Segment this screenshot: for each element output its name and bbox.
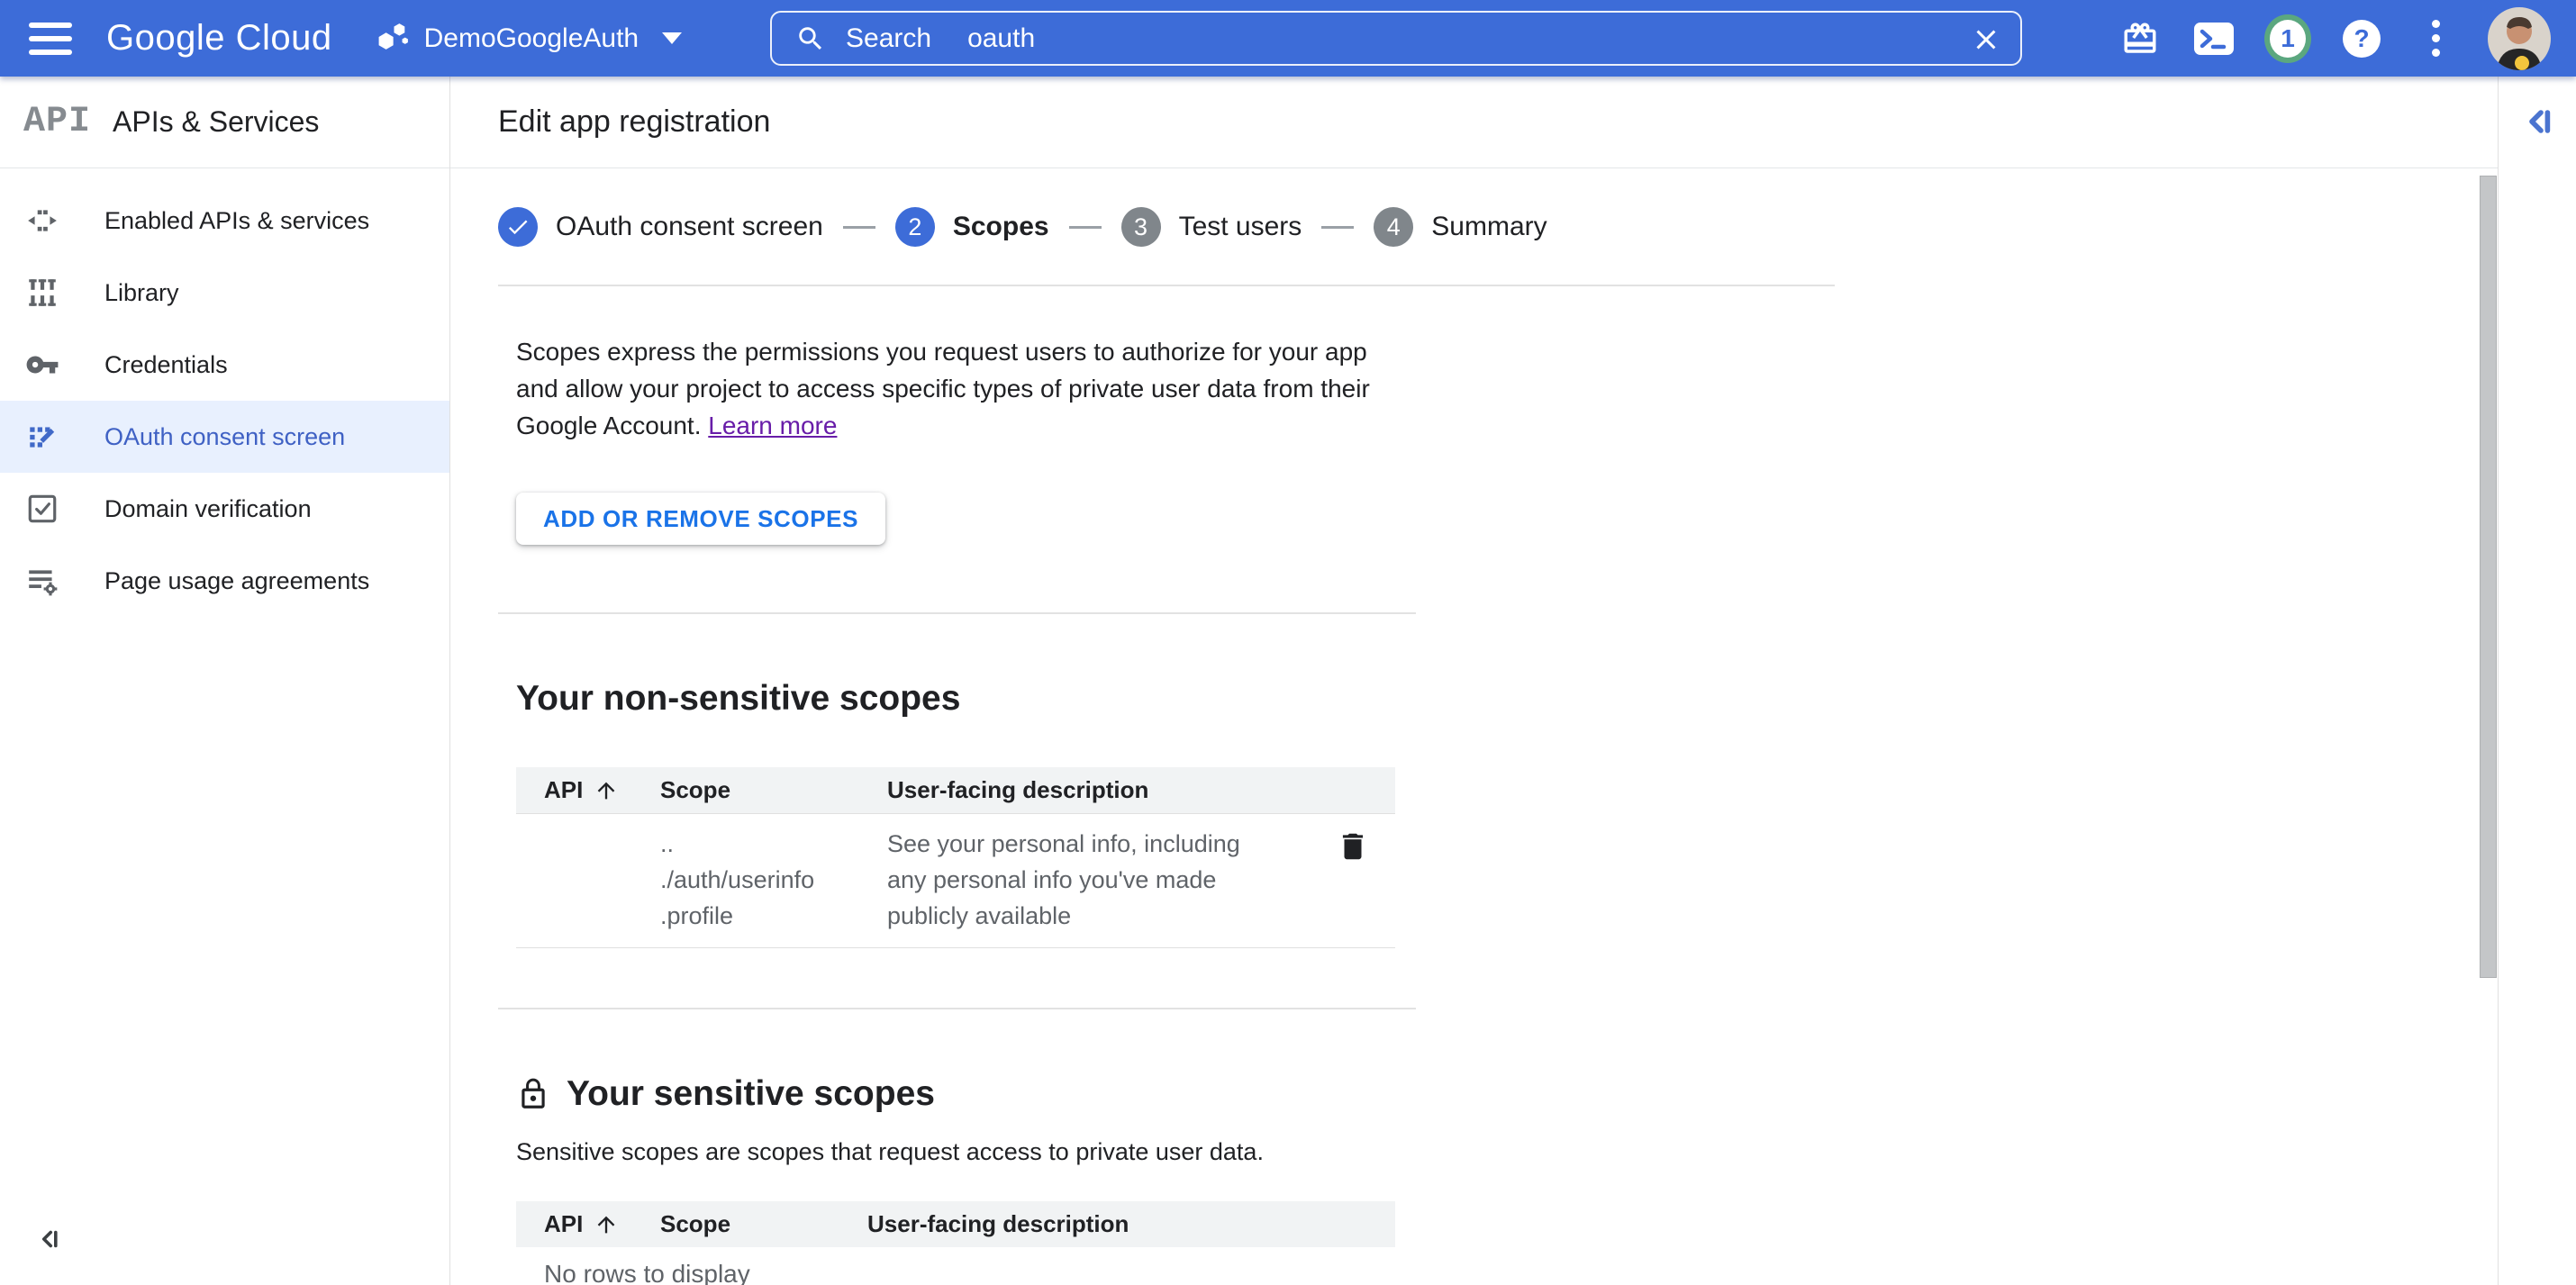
main-content: OAuth consent screen 2 Scopes 3 Test use… [450, 168, 2498, 1285]
column-scope: Scope [660, 776, 887, 804]
row-scope: .. ./auth/userinfo .profile [660, 826, 887, 934]
api-product-logo: API [23, 102, 91, 142]
column-scope: Scope [660, 1210, 867, 1238]
project-name: DemoGoogleAuth [424, 23, 639, 54]
oauth-consent-icon [25, 420, 59, 454]
library-icon [25, 276, 59, 310]
divider [498, 1008, 1416, 1009]
sidebar-item-library[interactable]: Library [0, 257, 449, 329]
page-title: Edit app registration [498, 104, 770, 140]
column-api: API [544, 1210, 583, 1238]
table-row: .. ./auth/userinfo .profile See your per… [516, 813, 1395, 948]
app-bar: Google Cloud DemoGoogleAuth Search oauth [0, 0, 2576, 77]
step-test-users[interactable]: 3 Test users [1121, 207, 1302, 247]
column-api: API [544, 776, 583, 804]
sidebar-item-enabled-apis[interactable]: Enabled APIs & services [0, 185, 449, 257]
table-header: API Scope User-facing description [516, 767, 1395, 813]
column-description: User-facing description [887, 776, 1336, 804]
search-query: oauth [967, 23, 1035, 54]
right-rail [2498, 77, 2576, 1285]
list-gear-icon [25, 564, 59, 598]
sort-ascending-icon[interactable] [594, 1212, 619, 1237]
step-scopes[interactable]: 2 Scopes [895, 207, 1049, 247]
search-input[interactable]: Search oauth [770, 11, 2022, 66]
sort-ascending-icon[interactable] [594, 778, 619, 803]
avatar[interactable] [2488, 7, 2551, 70]
step-separator [1321, 226, 1354, 229]
sidebar-item-label: Enabled APIs & services [104, 207, 369, 235]
side-nav: Enabled APIs & services Library Credenti… [0, 168, 450, 1285]
step-separator [843, 226, 875, 229]
lock-icon [516, 1077, 550, 1111]
row-api [516, 826, 660, 934]
product-title: APIs & Services [113, 105, 319, 139]
non-sensitive-scopes-table: API Scope User-facing description .. ./a… [516, 767, 1395, 948]
divider [498, 285, 1835, 286]
notifications-badge[interactable]: 1 [2264, 14, 2311, 63]
scrollbar-thumb[interactable] [2480, 176, 2497, 978]
help-icon[interactable]: ? [2338, 20, 2385, 58]
sidebar-item-credentials[interactable]: Credentials [0, 329, 449, 401]
step-done-check-icon [498, 207, 538, 247]
sidebar-item-label: Page usage agreements [104, 567, 369, 595]
scopes-intro-text: Scopes express the permissions you reque… [516, 333, 1408, 444]
collapse-sidebar-icon[interactable] [32, 1223, 65, 1260]
cloud-shell-icon[interactable] [2191, 21, 2237, 57]
column-description: User-facing description [867, 1210, 1395, 1238]
sidebar-item-oauth-consent-screen[interactable]: OAuth consent screen [0, 401, 449, 473]
table-header: API Scope User-facing description [516, 1201, 1395, 1247]
step-summary[interactable]: 4 Summary [1374, 207, 1547, 247]
checkbox-icon [25, 492, 59, 526]
sidebar-item-label: Credentials [104, 351, 228, 379]
enabled-apis-icon [25, 204, 59, 238]
app-bar-actions: 1 ? [2090, 0, 2576, 77]
sidebar-item-label: Library [104, 279, 179, 307]
chevron-down-icon [662, 32, 682, 44]
sidebar-item-domain-verification[interactable]: Domain verification [0, 473, 449, 545]
empty-table-message: No rows to display [516, 1247, 1395, 1285]
more-options-icon[interactable] [2412, 20, 2459, 57]
clear-search-icon[interactable] [1970, 23, 2002, 56]
sidebar-item-label: Domain verification [104, 495, 312, 523]
page-header: API APIs & Services Edit app registratio… [0, 77, 2498, 168]
divider [498, 612, 1416, 614]
google-cloud-logo[interactable]: Google Cloud [106, 18, 332, 59]
sidebar-item-page-usage-agreements[interactable]: Page usage agreements [0, 545, 449, 617]
product-block: API APIs & Services [0, 77, 450, 168]
menu-icon[interactable] [29, 23, 72, 55]
stepper: OAuth consent screen 2 Scopes 3 Test use… [498, 207, 2498, 247]
search-label: Search [846, 23, 931, 54]
notification-count: 1 [2264, 14, 2311, 63]
add-or-remove-scopes-button[interactable]: ADD OR REMOVE SCOPES [516, 493, 885, 545]
sensitive-scopes-table: API Scope User-facing description No row… [516, 1201, 1395, 1285]
project-hexagons-icon [376, 19, 410, 58]
step-separator [1069, 226, 1102, 229]
collapse-panel-icon[interactable] [2517, 100, 2560, 148]
key-icon [25, 348, 59, 382]
learn-more-link[interactable]: Learn more [708, 412, 837, 439]
delete-scope-icon[interactable] [1336, 829, 1370, 934]
project-selector[interactable]: DemoGoogleAuth [376, 19, 682, 58]
sidebar-item-label: OAuth consent screen [104, 423, 345, 451]
search-icon [795, 23, 826, 54]
sensitive-scopes-title: Your sensitive scopes [516, 1072, 2498, 1116]
step-oauth-consent-screen[interactable]: OAuth consent screen [498, 207, 823, 247]
row-description: See your personal info, including any pe… [887, 826, 1336, 934]
sensitive-scopes-subtitle: Sensitive scopes are scopes that request… [516, 1138, 2498, 1166]
non-sensitive-scopes-title: Your non-sensitive scopes [516, 677, 2498, 720]
free-trial-gift-icon[interactable] [2117, 20, 2163, 58]
